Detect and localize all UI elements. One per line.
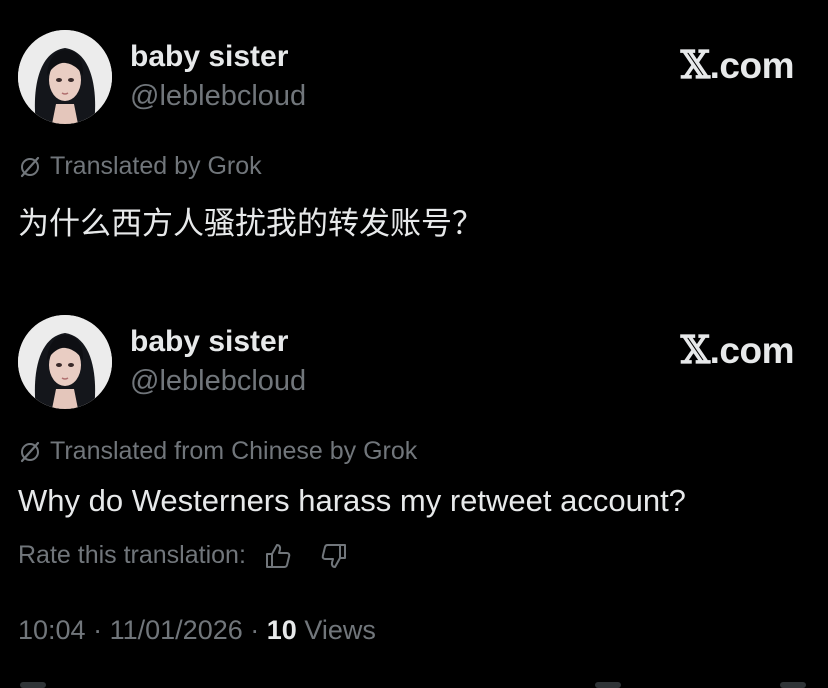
post-meta: 10:04 · 11/01/2026 · 10 Views — [18, 615, 376, 646]
thumbs-up-icon[interactable] — [264, 542, 292, 570]
avatar-girl-icon — [18, 315, 112, 409]
views-label: Views — [304, 615, 376, 645]
action-bar-edge — [20, 680, 808, 688]
post-text: Why do Westerners harass my retweet acco… — [18, 483, 686, 518]
x-com-logo: 𝕏.com — [680, 42, 795, 87]
action-icon-edge — [20, 682, 46, 688]
action-icon-edge — [780, 682, 806, 688]
translation-attribution: Translated by Grok — [18, 152, 262, 181]
brand-suffix: .com — [709, 330, 795, 371]
rate-translation: Rate this translation: — [18, 541, 348, 570]
meta-separator: · — [250, 615, 260, 645]
post-time[interactable]: 10:04 — [18, 615, 86, 645]
translated-label: Translated by Grok — [50, 152, 262, 180]
display-name[interactable]: baby sister — [130, 40, 288, 74]
x-logo-icon: 𝕏 — [680, 42, 710, 87]
avatar-girl-icon — [18, 30, 112, 124]
rate-label: Rate this translation: — [18, 541, 246, 569]
action-icon-edge — [595, 682, 621, 688]
user-handle[interactable]: @leblebcloud — [130, 80, 306, 113]
grok-translate-icon — [18, 440, 42, 464]
views-count[interactable]: 10 — [267, 615, 297, 645]
x-com-logo: 𝕏.com — [680, 327, 795, 372]
avatar[interactable] — [18, 315, 112, 409]
user-handle[interactable]: @leblebcloud — [130, 365, 306, 398]
grok-translate-icon — [18, 155, 42, 179]
post-date[interactable]: 11/01/2026 — [110, 615, 243, 645]
translation-attribution: Translated from Chinese by Grok — [18, 437, 417, 466]
avatar[interactable] — [18, 30, 112, 124]
post-text: 为什么西方人骚扰我的转发账号？ — [18, 206, 483, 241]
x-logo-icon: 𝕏 — [680, 327, 710, 372]
display-name[interactable]: baby sister — [130, 325, 288, 359]
thumbs-down-icon[interactable] — [320, 542, 348, 570]
translated-label: Translated from Chinese by Grok — [50, 437, 418, 465]
meta-separator: · — [93, 615, 103, 645]
brand-suffix: .com — [709, 45, 795, 86]
